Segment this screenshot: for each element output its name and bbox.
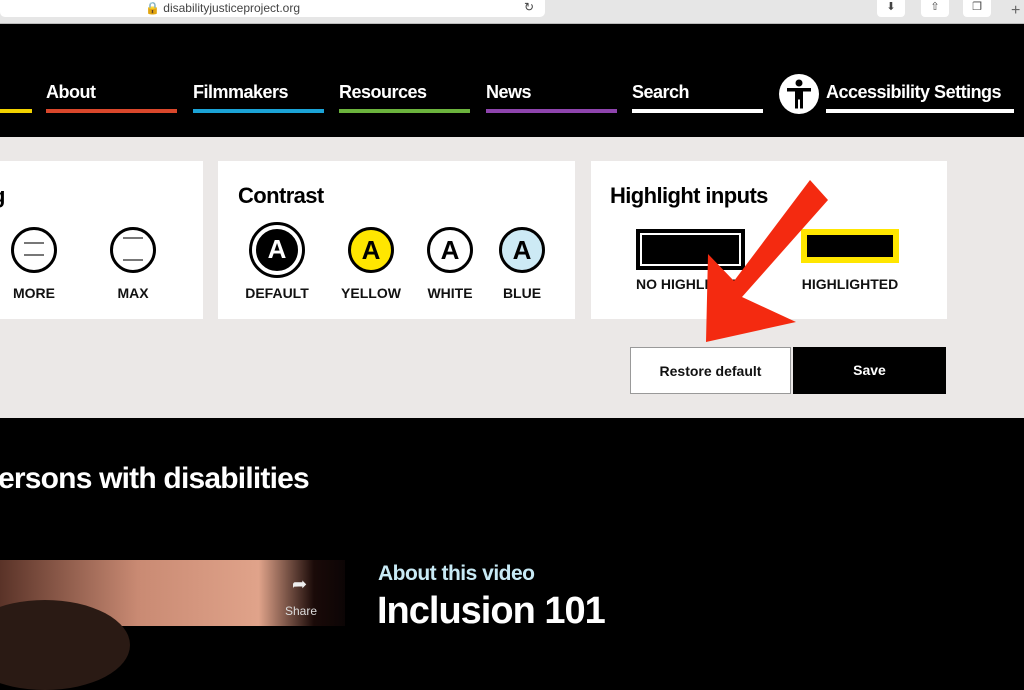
share-arrow-icon[interactable]: ➦: [292, 574, 307, 595]
video-title: Inclusion 101: [377, 590, 606, 632]
video-player[interactable]: ➦ Share: [0, 560, 345, 690]
video-thumbnail-head: [0, 600, 130, 690]
about-video-label: About this video: [378, 562, 535, 585]
red-arrow-annotation: [706, 180, 828, 342]
share-label[interactable]: Share: [285, 604, 317, 618]
section-heading: ersons with disabilities: [0, 462, 310, 495]
